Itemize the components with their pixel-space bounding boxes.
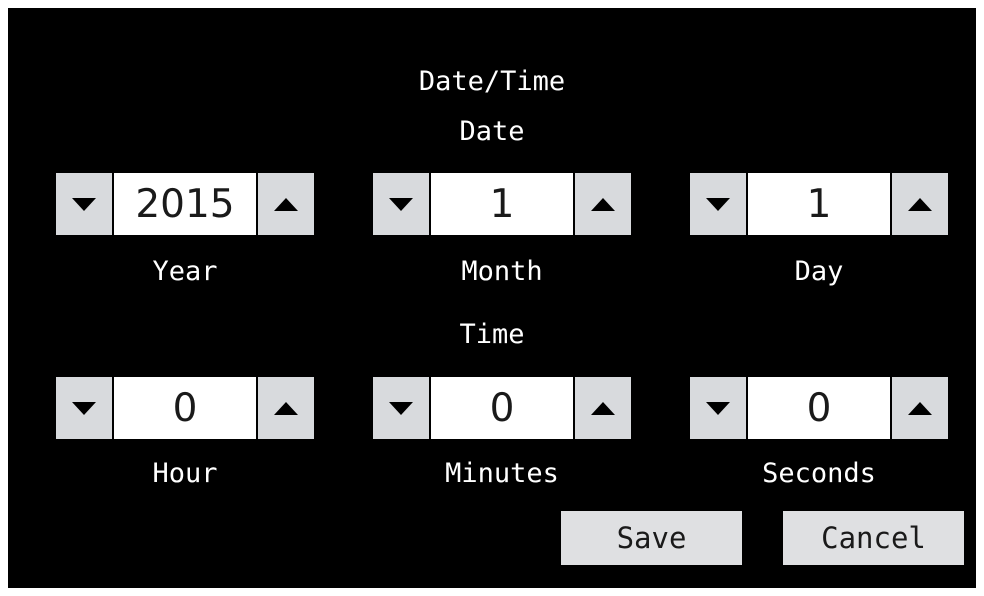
triangle-up-icon [908, 197, 932, 211]
minutes-increment-button[interactable] [575, 377, 631, 439]
triangle-down-icon [72, 401, 96, 415]
triangle-up-icon [591, 197, 615, 211]
year-increment-button[interactable] [258, 173, 314, 235]
seconds-increment-button[interactable] [892, 377, 948, 439]
year-stepper: 2015 [56, 173, 314, 235]
year-decrement-button[interactable] [56, 173, 112, 235]
seconds-decrement-button[interactable] [690, 377, 746, 439]
seconds-value[interactable]: 0 [748, 377, 890, 439]
minutes-label: Minutes [445, 458, 559, 489]
hour-value[interactable]: 0 [114, 377, 256, 439]
month-label: Month [461, 256, 543, 287]
triangle-up-icon [591, 401, 615, 415]
triangle-up-icon [274, 401, 298, 415]
hour-stepper: 0 [56, 377, 314, 439]
year-label: Year [152, 256, 218, 287]
date-time-screen: Date/Time Date 2015 Year 1 Month 1 Day T… [8, 8, 976, 588]
year-value[interactable]: 2015 [114, 173, 256, 235]
minutes-stepper: 0 [373, 377, 631, 439]
hour-increment-button[interactable] [258, 377, 314, 439]
month-decrement-button[interactable] [373, 173, 429, 235]
triangle-up-icon [274, 197, 298, 211]
seconds-stepper: 0 [690, 377, 948, 439]
minutes-decrement-button[interactable] [373, 377, 429, 439]
date-section-heading: Date [459, 116, 525, 147]
hour-label: Hour [152, 458, 218, 489]
page-title: Date/Time [418, 66, 566, 97]
day-label: Day [794, 256, 844, 287]
month-value[interactable]: 1 [431, 173, 573, 235]
month-increment-button[interactable] [575, 173, 631, 235]
cancel-button[interactable]: Cancel [783, 511, 964, 565]
day-decrement-button[interactable] [690, 173, 746, 235]
day-increment-button[interactable] [892, 173, 948, 235]
save-button[interactable]: Save [561, 511, 742, 565]
triangle-down-icon [706, 401, 730, 415]
triangle-down-icon [72, 197, 96, 211]
minutes-value[interactable]: 0 [431, 377, 573, 439]
triangle-up-icon [908, 401, 932, 415]
triangle-down-icon [706, 197, 730, 211]
time-section-heading: Time [459, 319, 525, 350]
triangle-down-icon [389, 401, 413, 415]
day-stepper: 1 [690, 173, 948, 235]
month-stepper: 1 [373, 173, 631, 235]
hour-decrement-button[interactable] [56, 377, 112, 439]
day-value[interactable]: 1 [748, 173, 890, 235]
triangle-down-icon [389, 197, 413, 211]
seconds-label: Seconds [762, 458, 876, 489]
